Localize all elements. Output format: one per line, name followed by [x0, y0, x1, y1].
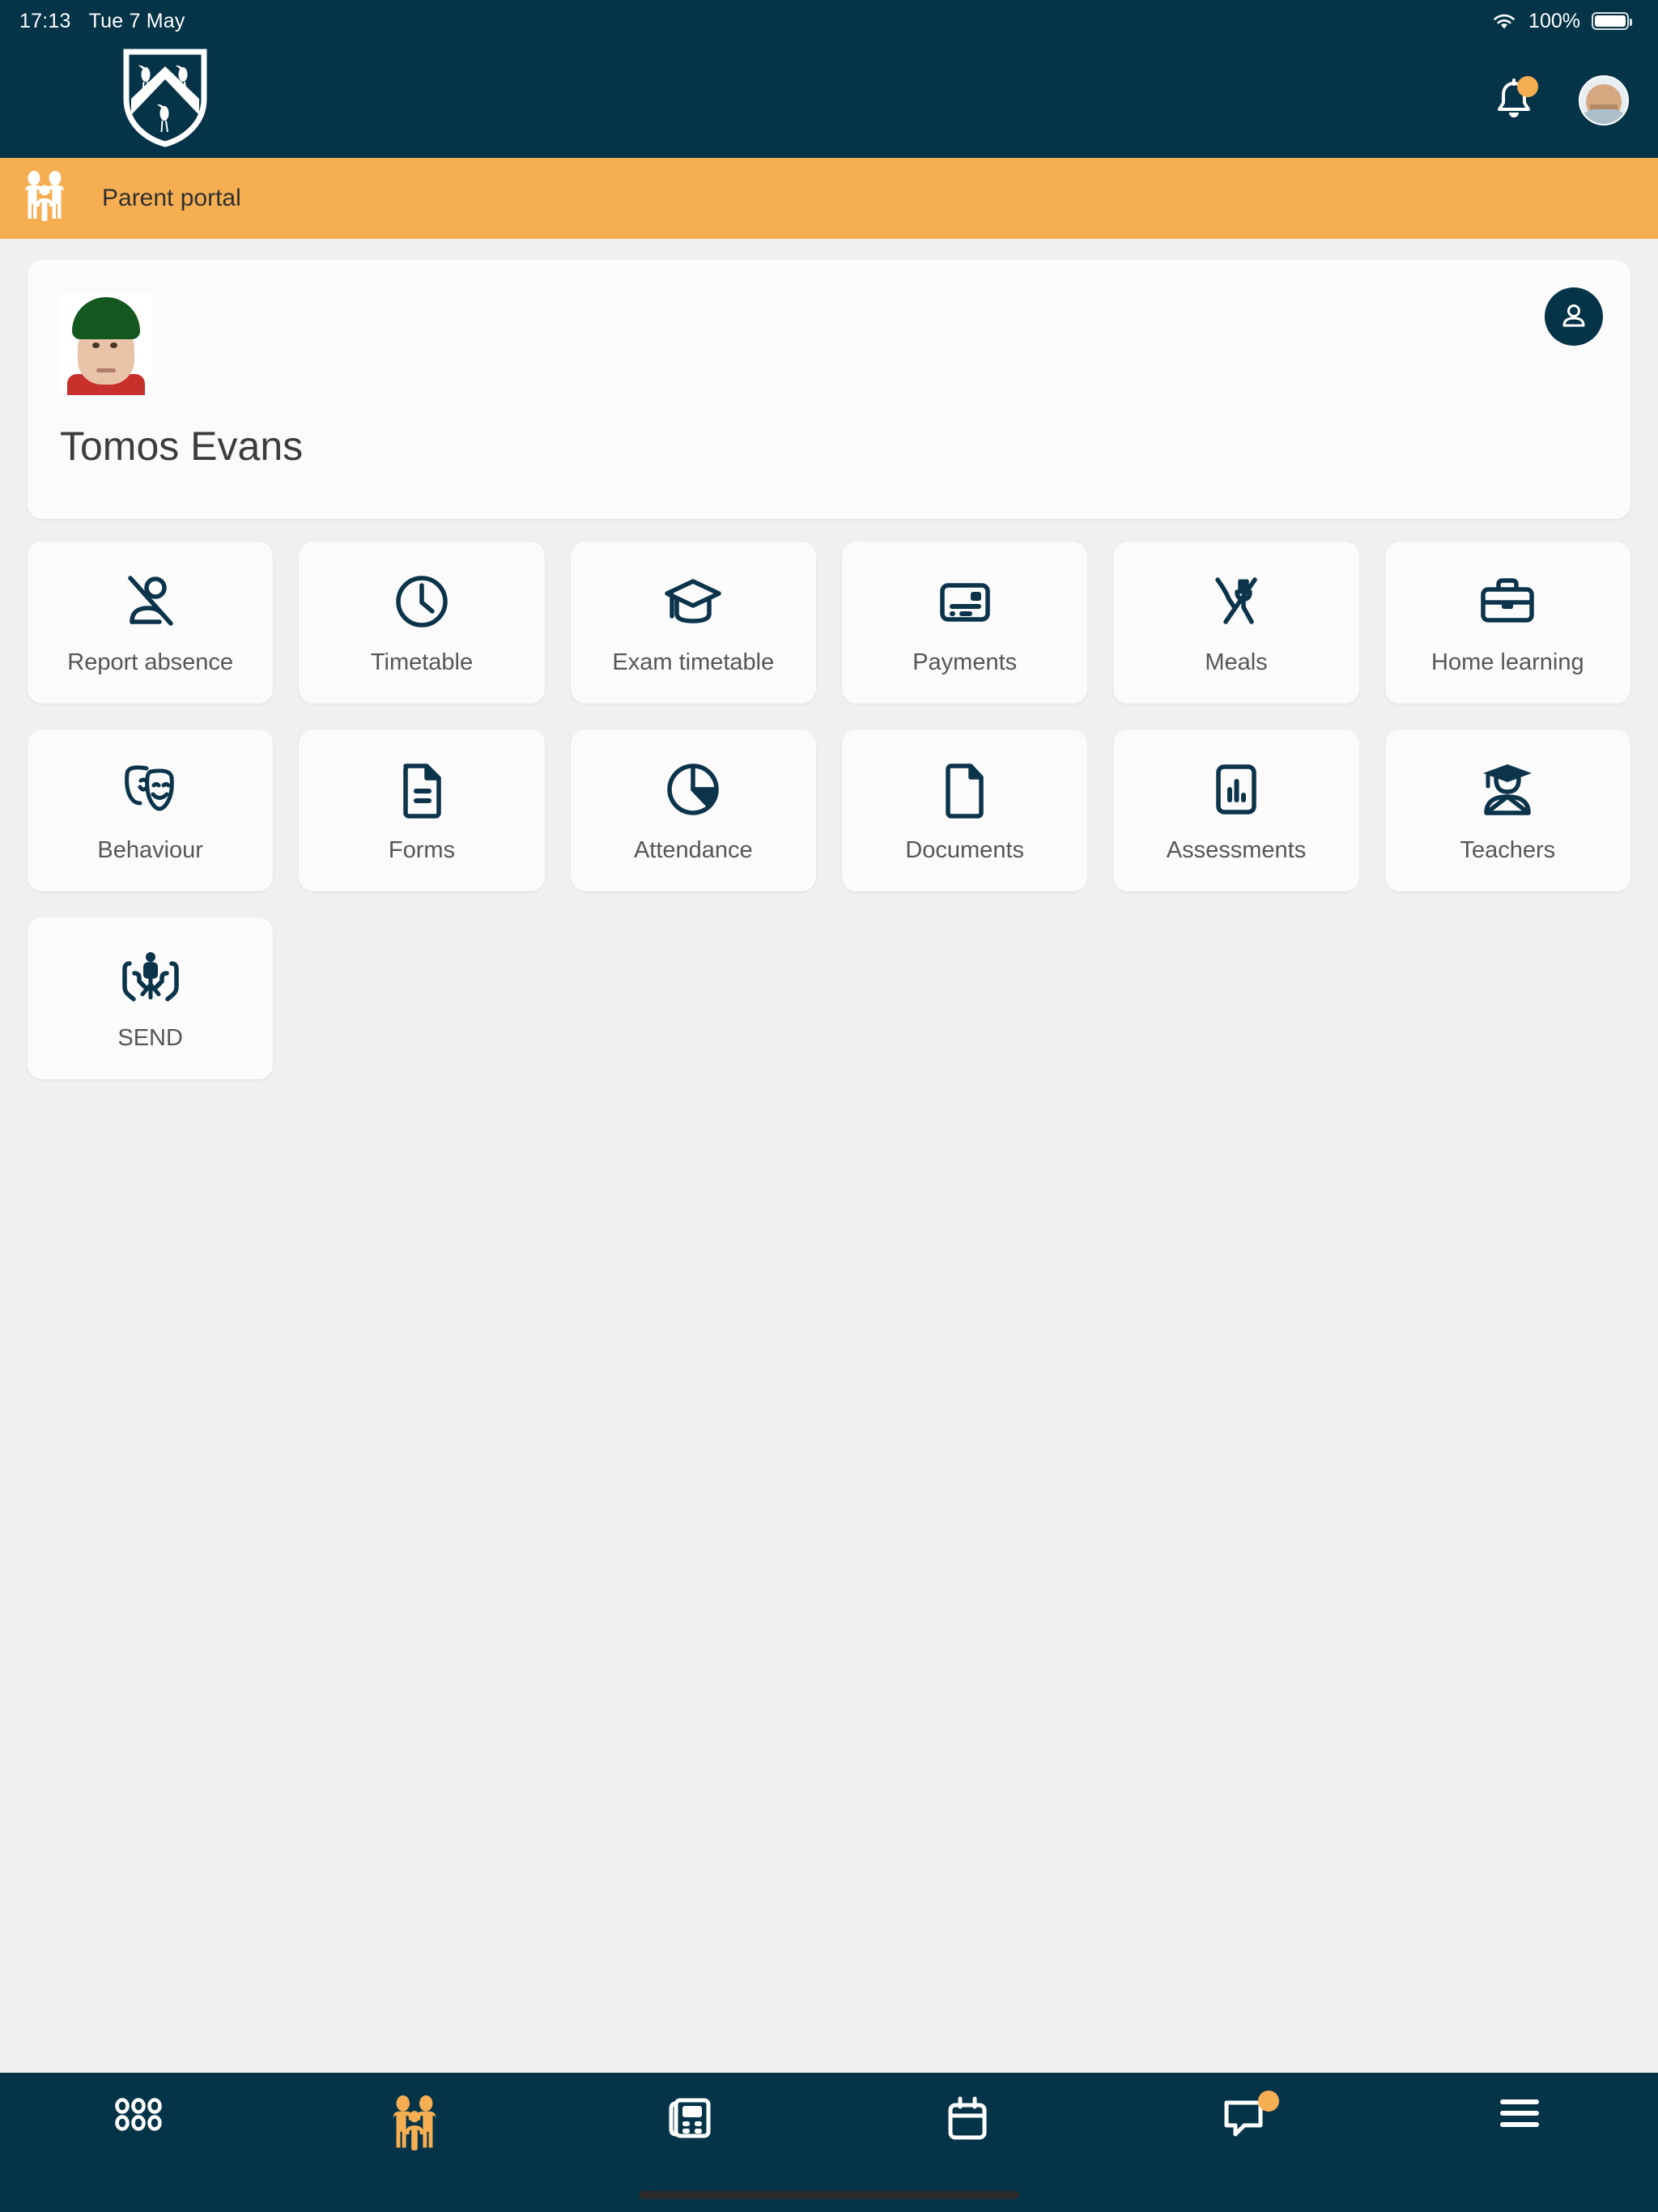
tile-payments[interactable]: Payments	[842, 542, 1088, 704]
tile-label: Assessments	[1166, 836, 1307, 863]
tile-label: Payments	[912, 649, 1018, 675]
tile-label: Documents	[905, 836, 1024, 863]
tile-home-learning[interactable]: Home learning	[1384, 542, 1630, 704]
tile-attendance[interactable]: Attendance	[570, 730, 816, 891]
switch-student-button[interactable]	[1545, 287, 1603, 346]
payment-card-icon	[933, 570, 997, 633]
student-card[interactable]: Tomos Evans	[28, 260, 1630, 519]
nav-item-apps[interactable]	[0, 2095, 276, 2168]
tile-label: Forms	[388, 836, 456, 863]
briefcase-icon	[1476, 570, 1539, 633]
tile-label: Attendance	[633, 836, 753, 863]
document-icon	[933, 758, 997, 821]
calendar-icon	[948, 2096, 987, 2140]
battery-icon	[1592, 12, 1632, 30]
bar-chart-icon	[1205, 758, 1268, 821]
nav-item-messages[interactable]	[1105, 2091, 1381, 2168]
nav-item-news[interactable]	[553, 2095, 829, 2168]
child-in-hands-icon	[118, 946, 183, 1009]
tile-label: Home learning	[1431, 649, 1584, 675]
avatar[interactable]	[1579, 74, 1629, 125]
person-absent-icon	[119, 570, 182, 633]
grid-dots-icon	[114, 2098, 162, 2131]
notifications-button[interactable]	[1488, 74, 1540, 126]
status-bar: 17:13 Tue 7 May 100%	[0, 0, 1658, 42]
battery-percent: 100%	[1528, 9, 1580, 32]
family-icon	[393, 2095, 436, 2150]
status-bar-right: 100%	[1491, 9, 1632, 33]
home-indicator	[639, 2191, 1019, 2199]
person-icon	[1562, 304, 1585, 327]
tile-exam-timetable[interactable]: Exam timetable	[570, 542, 816, 704]
nav-item-menu[interactable]	[1382, 2095, 1658, 2168]
status-time: 17:13	[19, 9, 71, 32]
student-photo	[60, 294, 152, 395]
tile-label: Meals	[1205, 649, 1268, 675]
tile-label: SEND	[117, 1024, 183, 1051]
tile-report-absence[interactable]: Report absence	[28, 542, 274, 704]
main-content: Tomos Evans Report absence Timetable Exa…	[0, 239, 1658, 2073]
bottom-navigation	[0, 2073, 1658, 2212]
family-icon	[23, 170, 66, 227]
tile-assessments[interactable]: Assessments	[1113, 730, 1359, 891]
tile-label: Timetable	[370, 649, 474, 675]
nav-item-parent-portal[interactable]	[276, 2095, 552, 2168]
message-badge	[1257, 2091, 1279, 2112]
feature-tile-grid: Report absence Timetable Exam timetable …	[28, 542, 1630, 1079]
hamburger-menu-icon	[1500, 2099, 1540, 2127]
document-lines-icon	[390, 758, 453, 821]
nav-item-calendar[interactable]	[829, 2095, 1105, 2168]
tile-label: Report absence	[67, 649, 234, 675]
status-bar-left: 17:13 Tue 7 May	[19, 10, 185, 33]
portal-bar-label: Parent portal	[102, 185, 241, 211]
theatre-masks-icon	[118, 758, 183, 821]
tile-forms[interactable]: Forms	[299, 730, 545, 891]
status-date: Tue 7 May	[88, 9, 185, 32]
graduation-cap-icon	[661, 570, 725, 633]
tile-label: Behaviour	[97, 836, 203, 863]
tile-timetable[interactable]: Timetable	[299, 542, 545, 704]
clock-icon	[390, 570, 453, 633]
pie-chart-icon	[661, 758, 725, 821]
cutlery-icon	[1205, 570, 1268, 633]
school-crest-logo	[121, 49, 209, 151]
tile-label: Exam timetable	[612, 649, 775, 675]
tile-label: Teachers	[1460, 836, 1556, 863]
portal-bar[interactable]: Parent portal	[0, 158, 1658, 239]
tile-teachers[interactable]: Teachers	[1384, 730, 1630, 891]
tile-meals[interactable]: Meals	[1113, 542, 1359, 704]
wifi-icon	[1491, 11, 1517, 31]
app-header	[0, 42, 1658, 158]
newspaper-icon	[669, 2098, 711, 2138]
app-root: 17:13 Tue 7 May 100% Parent portal Tomos…	[0, 0, 1658, 2212]
notification-badge	[1517, 75, 1538, 97]
tile-documents[interactable]: Documents	[842, 730, 1088, 891]
graduate-person-icon	[1475, 758, 1540, 821]
tile-behaviour[interactable]: Behaviour	[28, 730, 274, 891]
tile-send[interactable]: SEND	[28, 917, 274, 1079]
student-name: Tomos Evans	[60, 423, 304, 469]
header-actions	[1488, 74, 1629, 126]
